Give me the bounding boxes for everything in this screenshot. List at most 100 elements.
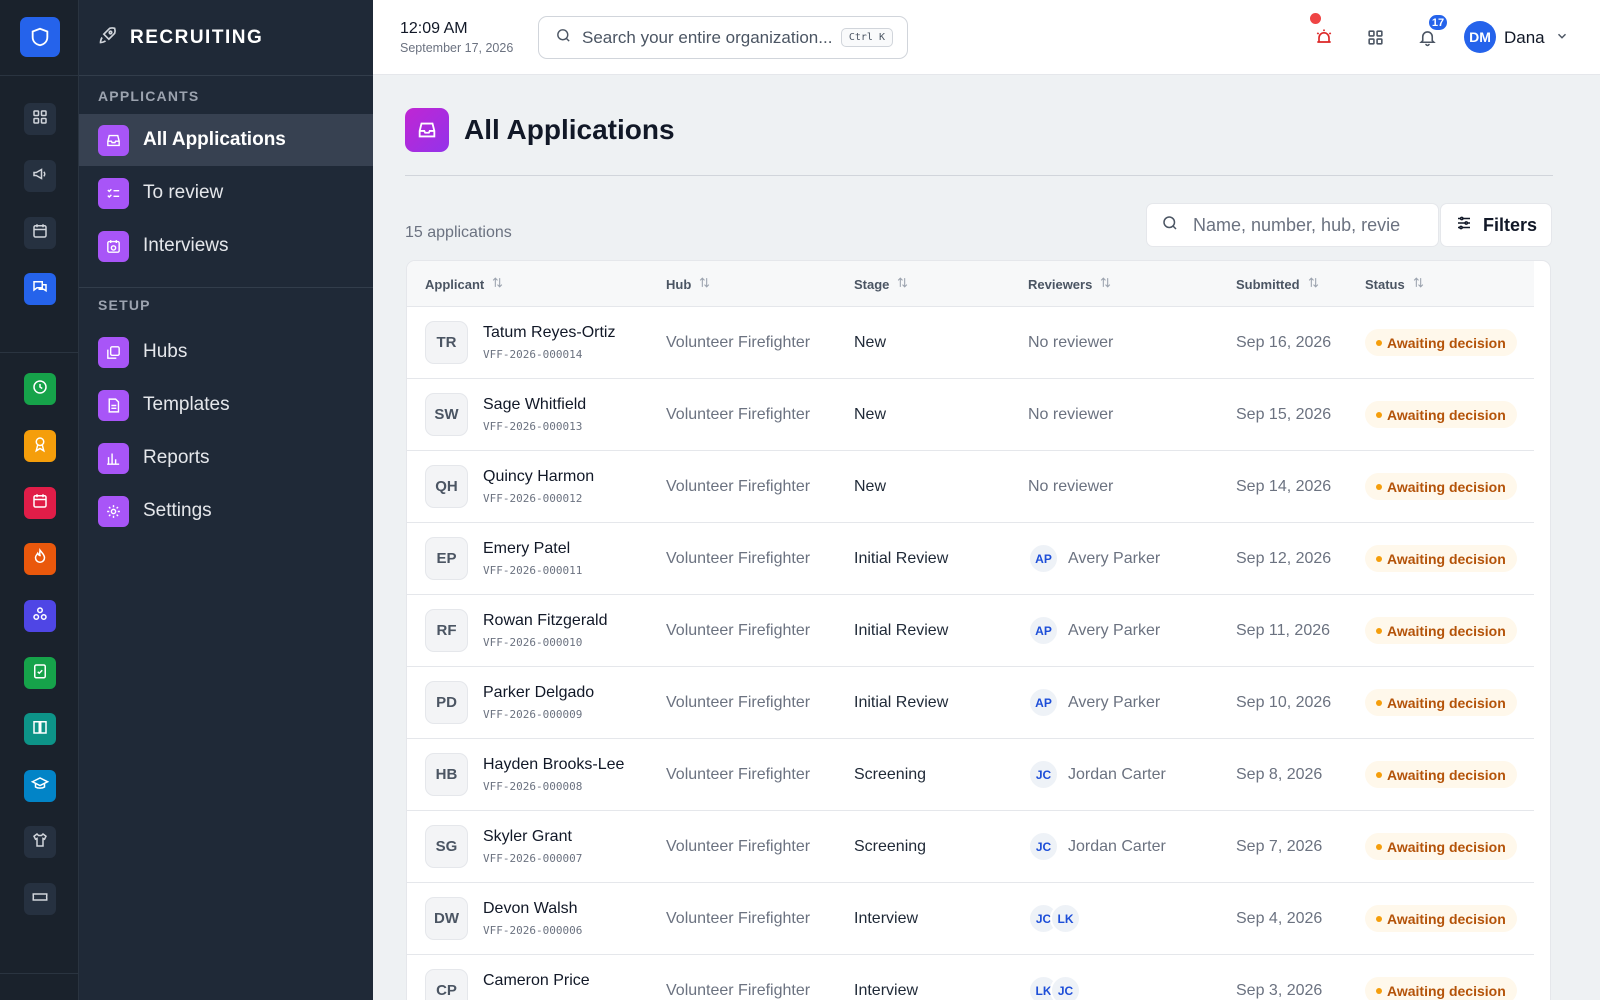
table-row[interactable]: SW Sage Whitfield VFF-2026-000013 Volunteer… xyxy=(407,379,1534,451)
rail-calendar-button[interactable] xyxy=(24,217,56,249)
table-row[interactable]: EP Emery Patel VFF-2026-000011 Volunteer Fi… xyxy=(407,523,1534,595)
stage-cell: Initial Review xyxy=(854,694,949,711)
apps-grid-icon[interactable] xyxy=(1362,24,1388,50)
reviewer-avatar: AP xyxy=(1028,543,1059,574)
stage-cell: Screening xyxy=(854,838,927,855)
rail-shirt-button[interactable] xyxy=(24,826,56,858)
rail-graduation-cap-button[interactable] xyxy=(24,770,56,802)
column-header-status[interactable]: Status xyxy=(1365,276,1425,292)
user-name[interactable]: Dana xyxy=(1504,28,1545,48)
sort-icon[interactable] xyxy=(1412,276,1425,292)
rail-clock-button[interactable] xyxy=(24,373,56,405)
table-row[interactable]: CP Cameron Price Volunteer Firefighter Inte… xyxy=(407,955,1534,1000)
applicant-name[interactable]: Parker Delgado xyxy=(483,684,594,702)
reports-icon xyxy=(98,442,129,474)
applicant-name[interactable]: Hayden Brooks-Lee xyxy=(483,756,624,774)
applicant-avatar: RF xyxy=(425,609,468,652)
inbox-icon xyxy=(405,108,449,152)
all-applications-icon xyxy=(98,124,129,156)
sort-icon[interactable] xyxy=(896,276,909,292)
sidebar-item-label: Templates xyxy=(143,394,230,415)
to-review-icon xyxy=(98,177,129,209)
alarm-icon[interactable] xyxy=(1311,24,1337,50)
user-avatar[interactable]: DM xyxy=(1464,21,1496,53)
rail-award-button[interactable] xyxy=(24,430,56,462)
applicant-avatar: CP xyxy=(425,969,468,1000)
ticket-icon xyxy=(31,888,49,911)
rail-grid-button[interactable] xyxy=(24,103,56,135)
rail-clipboard-check-button[interactable] xyxy=(24,657,56,689)
table-row[interactable]: DW Devon Walsh VFF-2026-000006 Volunteer Fi… xyxy=(407,883,1534,955)
table-row[interactable]: PD Parker Delgado VFF-2026-000009 Volunteer… xyxy=(407,667,1534,739)
topbar: 12:09 AM September 17, 2026 Search your … xyxy=(373,0,1600,75)
sidebar-item-all-applications[interactable]: All Applications xyxy=(79,114,373,166)
hub-cell: Volunteer Firefighter xyxy=(666,550,811,567)
applicant-name[interactable]: Devon Walsh xyxy=(483,900,578,918)
sidebar-item-settings[interactable]: Settings xyxy=(79,485,373,537)
table-header: Applicant Hub Stage Reviewers Submitted Statu… xyxy=(407,261,1534,307)
application-count: 15 applications xyxy=(405,224,512,241)
sidebar-item-hubs[interactable]: Hubs xyxy=(79,326,373,378)
rail-calendar-event-button[interactable] xyxy=(24,487,56,519)
chevron-down-icon[interactable] xyxy=(1555,29,1569,48)
submitted-cell: Sep 16, 2026 xyxy=(1236,334,1332,351)
column-header-submitted[interactable]: Submitted xyxy=(1236,276,1320,292)
rail-chat-button[interactable] xyxy=(24,273,56,305)
column-header-reviewers[interactable]: Reviewers xyxy=(1028,276,1112,292)
sort-icon[interactable] xyxy=(491,276,504,292)
table-row[interactable]: RF Rowan Fitzgerald VFF-2026-000010 Volunte… xyxy=(407,595,1534,667)
rail-flame-button[interactable] xyxy=(24,543,56,575)
rail-ticket-button[interactable] xyxy=(24,883,56,915)
sort-icon[interactable] xyxy=(698,276,711,292)
filters-button[interactable]: Filters xyxy=(1440,203,1552,247)
stage-cell: New xyxy=(854,334,887,351)
applicant-name[interactable]: Emery Patel xyxy=(483,540,570,558)
graduation-cap-icon xyxy=(30,775,50,798)
applicant-name[interactable]: Skyler Grant xyxy=(483,828,572,846)
table-row[interactable]: SG Skyler Grant VFF-2026-000007 Volunteer F… xyxy=(407,811,1534,883)
hub-cell: Volunteer Firefighter xyxy=(666,766,811,783)
hub-cell: Volunteer Firefighter xyxy=(666,982,811,999)
stage-cell: New xyxy=(854,406,887,423)
rail-hierarchy-button[interactable] xyxy=(24,600,56,632)
application-number: VFF-2026-000009 xyxy=(483,708,583,721)
rail-megaphone-button[interactable] xyxy=(24,160,56,192)
clock-icon xyxy=(31,378,49,401)
column-header-label: Reviewers xyxy=(1028,276,1093,292)
applicant-name[interactable]: Quincy Harmon xyxy=(483,468,594,486)
column-header-hub[interactable]: Hub xyxy=(666,276,711,292)
column-header-applicant[interactable]: Applicant xyxy=(425,276,504,292)
rail-book-button[interactable] xyxy=(24,713,56,745)
reviewer-cell: JC LK xyxy=(1028,903,1081,934)
stage-cell: Initial Review xyxy=(854,622,949,639)
global-search[interactable]: Search your entire organization... Ctrl … xyxy=(538,16,908,59)
application-number: VFF-2026-000010 xyxy=(483,636,583,649)
sidebar-item-templates[interactable]: Templates xyxy=(79,379,373,431)
sidebar-title: RECRUITING xyxy=(130,26,264,48)
column-header-label: Submitted xyxy=(1236,276,1300,292)
reviewer-name: Avery Parker xyxy=(1068,621,1161,639)
table-row[interactable]: QH Quincy Harmon VFF-2026-000012 Volunteer … xyxy=(407,451,1534,523)
sidebar-item-interviews[interactable]: Interviews xyxy=(79,220,373,272)
table-row[interactable]: HB Hayden Brooks-Lee VFF-2026-000008 Volunt… xyxy=(407,739,1534,811)
status-badge: Awaiting decision xyxy=(1365,977,1517,1000)
sort-icon[interactable] xyxy=(1307,276,1320,292)
sidebar-item-to-review[interactable]: To review xyxy=(79,167,373,219)
table-search-input[interactable]: Name, number, hub, revie xyxy=(1146,203,1439,247)
hub-cell: Volunteer Firefighter xyxy=(666,478,811,495)
stage-cell: Screening xyxy=(854,766,927,783)
shield-logo-icon[interactable] xyxy=(20,17,60,57)
table-row[interactable]: TR Tatum Reyes-Ortiz VFF-2026-000014 Volunt… xyxy=(407,307,1534,379)
sliders-icon xyxy=(1455,214,1473,237)
applicant-name[interactable]: Rowan Fitzgerald xyxy=(483,612,608,630)
applicant-name[interactable]: Tatum Reyes-Ortiz xyxy=(483,324,615,342)
sidebar-item-reports[interactable]: Reports xyxy=(79,432,373,484)
applicant-name[interactable]: Sage Whitfield xyxy=(483,396,586,414)
reviewer-avatar: JC xyxy=(1028,831,1059,862)
sort-icon[interactable] xyxy=(1099,276,1112,292)
applicant-name[interactable]: Cameron Price xyxy=(483,972,590,990)
reviewer-cell: JC Jordan Carter xyxy=(1028,831,1166,862)
column-header-stage[interactable]: Stage xyxy=(854,276,909,292)
search-icon xyxy=(1161,214,1179,237)
sidebar-section-label: APPLICANTS xyxy=(98,88,200,104)
